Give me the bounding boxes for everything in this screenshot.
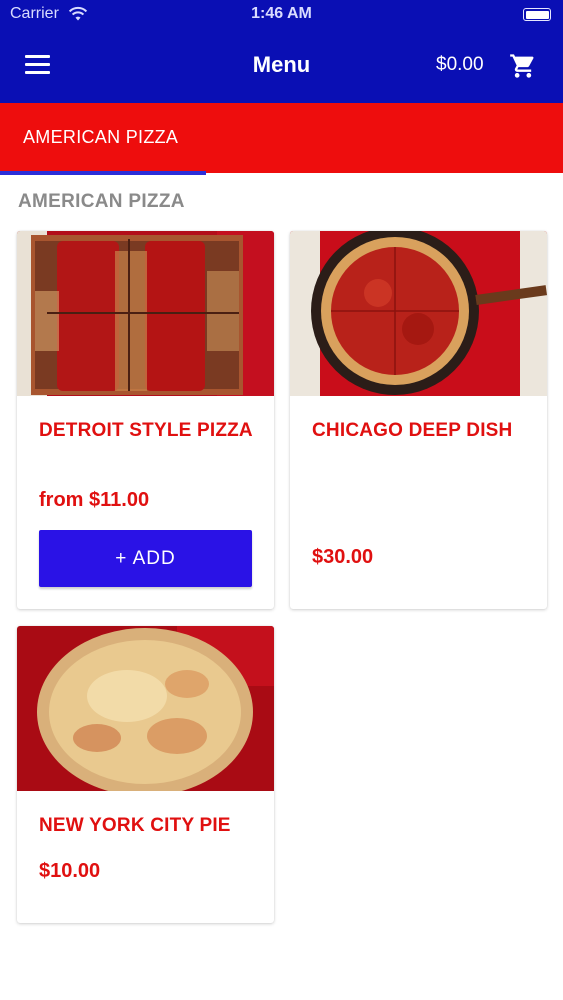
product-price: from $11.00 — [39, 489, 150, 511]
product-name: NEW YORK CITY PIE — [39, 815, 231, 836]
product-name: DETROIT STYLE PIZZA — [39, 420, 253, 441]
battery-icon — [523, 8, 551, 21]
section-title: AMERICAN PIZZA — [18, 191, 185, 212]
category-tab-bar: AMERICAN PIZZA — [0, 103, 563, 175]
active-tab-indicator — [0, 171, 206, 175]
product-card-new-york[interactable]: NEW YORK CITY PIE $10.00 — [17, 626, 274, 923]
tab-label: AMERICAN PIZZA — [23, 127, 179, 147]
add-to-cart-button[interactable]: + ADD — [39, 530, 252, 587]
status-time: 1:46 AM — [251, 5, 312, 22]
product-card-chicago[interactable]: CHICAGO DEEP DISH $30.00 — [290, 231, 547, 609]
app-header: Carrier 1:46 AM Menu $0.00 — [0, 0, 563, 103]
product-image-new-york — [17, 626, 274, 791]
product-image-detroit — [17, 231, 274, 396]
status-bar: Carrier 1:46 AM — [0, 0, 563, 30]
product-image-chicago — [290, 231, 547, 396]
shopping-cart-icon[interactable] — [509, 52, 537, 80]
cart-total[interactable]: $0.00 — [436, 54, 484, 76]
product-price: $10.00 — [39, 860, 101, 882]
product-card-detroit[interactable]: DETROIT STYLE PIZZA from $11.00 + ADD — [17, 231, 274, 609]
tab-american-pizza[interactable]: AMERICAN PIZZA — [0, 103, 206, 175]
product-name: CHICAGO DEEP DISH — [312, 420, 513, 441]
product-price: $30.00 — [312, 546, 374, 568]
